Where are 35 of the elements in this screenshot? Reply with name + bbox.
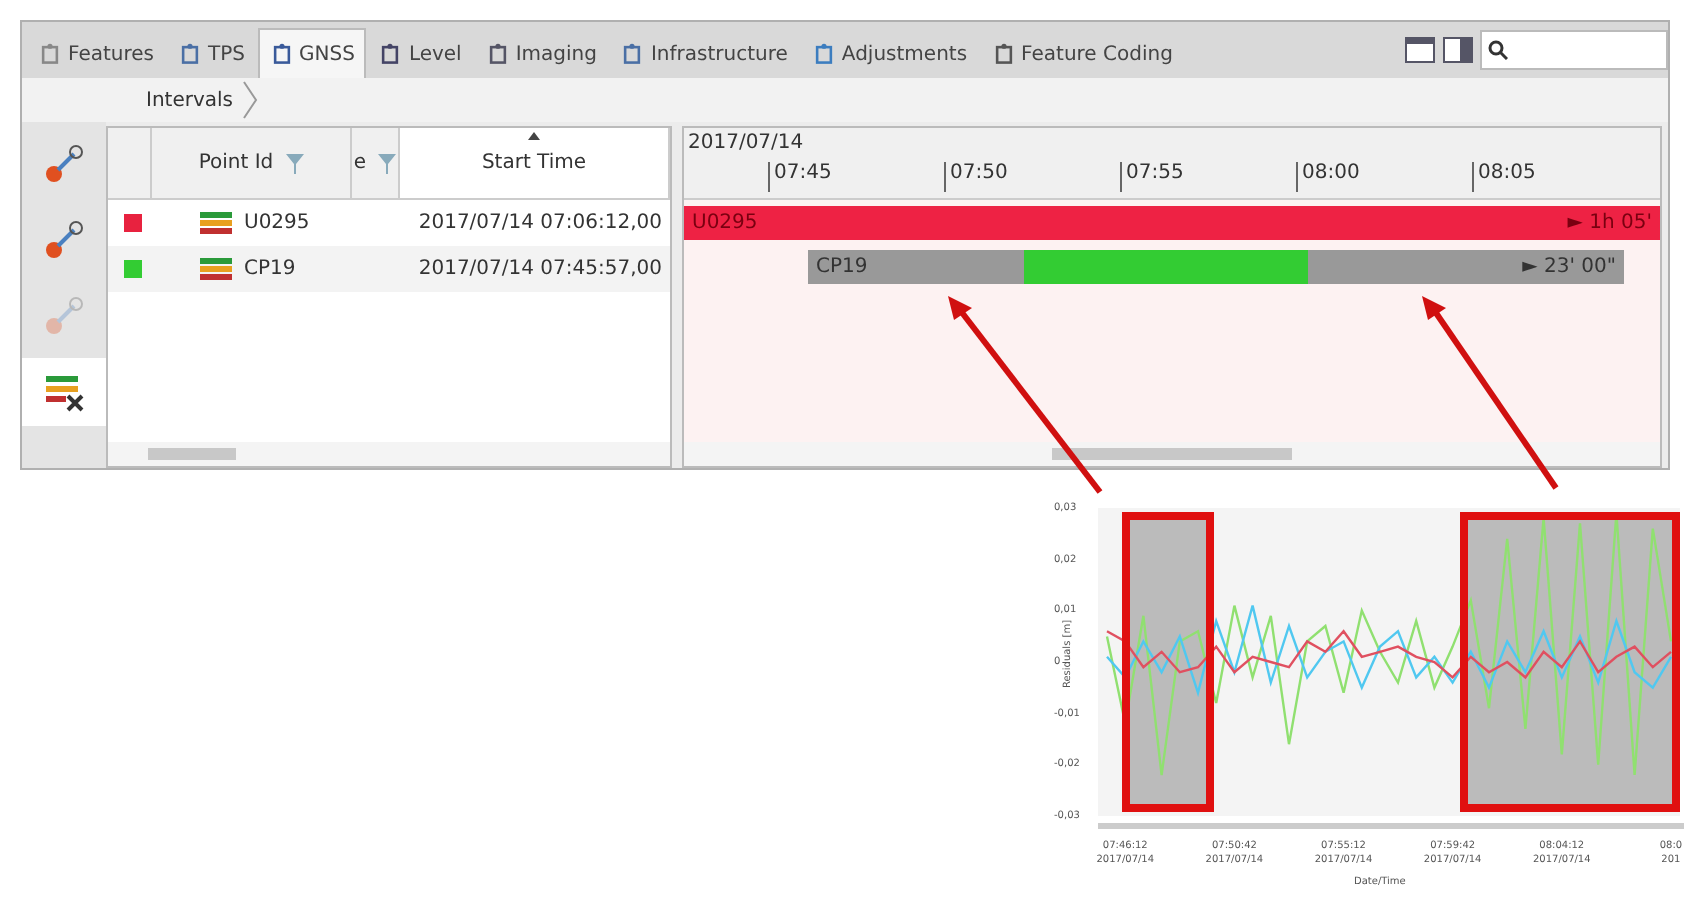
- time-tick: 07:45: [768, 162, 832, 192]
- tab[interactable]: Infrastructure: [608, 28, 800, 78]
- column-header[interactable]: Start Time: [481, 152, 587, 174]
- tab[interactable]: Feature Coding: [979, 28, 1185, 78]
- tab[interactable]: Level: [366, 28, 474, 78]
- chevron-icon: [241, 80, 258, 120]
- time-tick: 08:05: [1472, 162, 1536, 192]
- stripes-icon: [200, 212, 232, 234]
- tab[interactable]: Imaging: [473, 28, 609, 78]
- window-icon[interactable]: [1404, 36, 1436, 64]
- table-cell: U0295: [244, 212, 310, 234]
- tab[interactable]: GNSS: [257, 28, 367, 78]
- tab[interactable]: Features: [26, 28, 166, 78]
- column-header[interactable]: Point Id: [198, 152, 274, 174]
- sort-arrow-icon: [528, 132, 540, 140]
- time-tick: 07:50: [944, 162, 1008, 192]
- stripes-icon: [200, 258, 232, 280]
- filter-icon[interactable]: [285, 153, 304, 173]
- split-view-icon[interactable]: [1442, 36, 1474, 64]
- side-tool[interactable]: [22, 358, 106, 426]
- tab[interactable]: TPS: [166, 28, 257, 78]
- table-cell: 2017/07/14 07:45:57,00: [418, 258, 662, 280]
- scrollbar[interactable]: [108, 442, 670, 466]
- column-header[interactable]: e: [353, 152, 367, 174]
- search-icon: [1488, 40, 1508, 60]
- tab[interactable]: Adjustments: [799, 28, 980, 78]
- table-cell: CP19: [244, 258, 296, 280]
- scrollbar[interactable]: [684, 442, 1660, 466]
- time-tick: 08:00: [1296, 162, 1360, 192]
- time-tick: 07:55: [1120, 162, 1184, 192]
- interval-bar[interactable]: CP19 ► 23' 00": [808, 250, 1624, 284]
- breadcrumb[interactable]: Intervals: [146, 89, 234, 111]
- timeline-date: 2017/07/14: [688, 132, 804, 154]
- search-field[interactable]: [1480, 30, 1668, 70]
- table-cell: 2017/07/14 07:06:12,00: [418, 212, 662, 234]
